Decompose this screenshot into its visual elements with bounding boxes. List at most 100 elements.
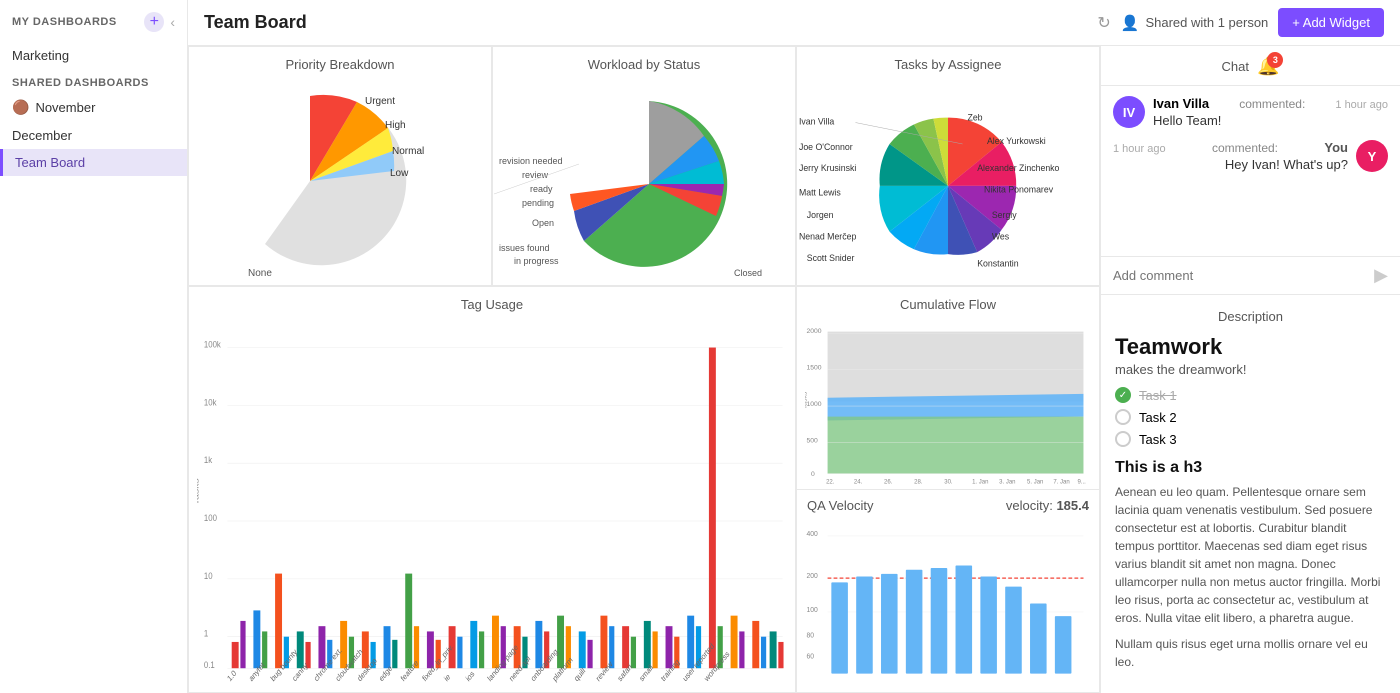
svg-text:200: 200 <box>807 571 818 581</box>
svg-text:edge: edge <box>377 663 394 683</box>
qa-velocity-widget: QA Velocity velocity: 185.4 400 200 100 … <box>796 489 1100 693</box>
sidebar-item-december[interactable]: December <box>0 122 187 149</box>
description-subheading: makes the dreamwork! <box>1115 362 1386 377</box>
chat-input[interactable] <box>1113 268 1366 283</box>
msg-content-ivan: Ivan Villa commented: 1 hour ago Hello T… <box>1153 96 1388 128</box>
svg-text:100k: 100k <box>204 339 222 350</box>
qa-velocity-title: QA Velocity velocity: 185.4 <box>797 490 1099 517</box>
sidebar-item-marketing[interactable]: Marketing <box>0 42 187 69</box>
sidebar-header: MY DASHBOARDS + ‹ <box>0 0 187 42</box>
svg-text:0.1: 0.1 <box>204 660 215 671</box>
tag-usage-title: Tag Usage <box>189 287 795 316</box>
svg-text:1.0: 1.0 <box>226 668 239 683</box>
shared-dashboards-label: SHARED DASHBOARDS <box>0 69 187 93</box>
shared-info: 👤 Shared with 1 person <box>1121 14 1269 32</box>
refresh-icon[interactable]: ↻ <box>1097 13 1110 33</box>
svg-text:1k: 1k <box>204 454 213 465</box>
svg-text:Matt Lewis: Matt Lewis <box>799 187 841 197</box>
add-widget-button[interactable]: + Add Widget <box>1278 8 1384 37</box>
svg-text:Jorgen: Jorgen <box>807 210 834 220</box>
svg-text:5. Jan: 5. Jan <box>1027 479 1043 485</box>
sidebar-item-label: December <box>12 128 72 143</box>
qa-velocity-chart: 400 200 100 80 60 <box>805 519 1091 688</box>
sidebar-item-label: Marketing <box>12 48 69 63</box>
add-dashboard-button[interactable]: + <box>144 12 164 32</box>
chat-header: Chat 🔔 3 <box>1101 46 1400 86</box>
svg-text:Nenad Merčep: Nenad Merčep <box>799 231 857 241</box>
november-emoji: 🟤 <box>12 99 29 116</box>
svg-text:Normal: Normal <box>392 146 424 157</box>
svg-text:1500: 1500 <box>807 365 822 372</box>
svg-text:10: 10 <box>204 570 213 581</box>
qa-velocity-body: 400 200 100 80 60 <box>797 517 1099 692</box>
svg-text:3. Jan: 3. Jan <box>999 479 1015 485</box>
sidebar-item-label: November <box>35 100 95 115</box>
svg-text:22.: 22. <box>826 479 835 485</box>
svg-text:30.: 30. <box>944 479 953 485</box>
tag-usage-widget: Tag Usage 100k 10k 1k 100 10 1 0.1 Tasks <box>188 286 796 693</box>
svg-text:9...: 9... <box>1077 479 1086 485</box>
workload-pie-chart: revision needed review ready pending Ope… <box>494 76 794 285</box>
assignee-pie-chart: Ivan Villa Zeb Joe O'Connor Alex Yurkows… <box>797 76 1099 285</box>
priority-pie-chart: Urgent High Normal Low None <box>210 76 470 285</box>
msg-header-ivan: Ivan Villa commented: 1 hour ago <box>1153 96 1388 111</box>
description-h3: This is a h3 <box>1115 459 1386 477</box>
task-check-2[interactable] <box>1115 409 1131 425</box>
description-heading: Teamwork <box>1115 334 1386 360</box>
task-item-1: ✓ Task 1 <box>1115 387 1386 403</box>
svg-text:Nikita Ponomarev: Nikita Ponomarev <box>984 184 1054 194</box>
svg-text:500: 500 <box>807 437 819 444</box>
topbar-right: ↻ 👤 Shared with 1 person + Add Widget <box>1097 8 1384 37</box>
qa-title-text: QA Velocity <box>807 498 873 513</box>
svg-text:Zeb: Zeb <box>967 112 982 122</box>
svg-text:Open: Open <box>532 218 554 228</box>
sidebar-item-team-board[interactable]: Team Board <box>0 149 187 176</box>
main-area: Team Board ↻ 👤 Shared with 1 person + Ad… <box>188 0 1400 693</box>
svg-text:28.: 28. <box>914 479 923 485</box>
msg-text-ivan: Hello Team! <box>1153 113 1388 128</box>
sidebar-item-november[interactable]: 🟤 November <box>0 93 187 122</box>
svg-text:Closed: Closed <box>734 268 762 278</box>
cumulative-body: 2000 1500 1000 500 0 Tasks <box>797 316 1099 489</box>
collapse-icon[interactable]: ‹ <box>170 14 175 30</box>
svg-text:100: 100 <box>204 512 217 523</box>
cumulative-widget: Cumulative Flow 2000 1500 1000 500 0 Tas… <box>796 286 1100 489</box>
priority-breakdown-title: Priority Breakdown <box>189 47 491 76</box>
msg-header-you: You commented: 1 hour ago <box>1113 140 1348 155</box>
send-icon[interactable]: ▶ <box>1374 265 1388 286</box>
assignee-widget: Tasks by Assignee I <box>796 46 1100 286</box>
task-label-2: Task 2 <box>1139 410 1177 425</box>
svg-text:Tasks: Tasks <box>805 391 808 409</box>
chat-panel: Chat 🔔 3 IV Ivan Villa commented: 1 <box>1100 46 1400 693</box>
velocity-label: velocity: 185.4 <box>1006 498 1089 513</box>
svg-text:None: None <box>248 268 272 279</box>
svg-text:review: review <box>522 170 549 180</box>
msg-action-ivan: commented: <box>1239 97 1305 111</box>
msg-time-ivan: 1 hour ago <box>1335 99 1388 111</box>
svg-text:issues found: issues found <box>499 243 550 253</box>
task-label-3: Task 3 <box>1139 432 1177 447</box>
chat-title: Chat <box>1222 59 1249 74</box>
priority-breakdown-body: Urgent High Normal Low None <box>189 76 491 285</box>
svg-text:0: 0 <box>811 471 815 478</box>
svg-text:60: 60 <box>807 651 815 661</box>
topbar-left: Team Board <box>204 12 307 33</box>
tag-usage-chart: 100k 10k 1k 100 10 1 0.1 Tasks <box>197 316 787 684</box>
svg-text:1: 1 <box>204 628 209 639</box>
sidebar-item-label: Team Board <box>15 155 85 170</box>
svg-text:Urgent: Urgent <box>365 96 395 107</box>
topbar: Team Board ↻ 👤 Shared with 1 person + Ad… <box>188 0 1400 46</box>
task-label-1: Task 1 <box>1139 388 1177 403</box>
svg-text:Alexander Zinchenko: Alexander Zinchenko <box>977 163 1059 173</box>
svg-text:Tasks: Tasks <box>197 478 201 505</box>
cumulative-title: Cumulative Flow <box>797 287 1099 316</box>
task-check-3[interactable] <box>1115 431 1131 447</box>
description-header: Description <box>1115 309 1386 324</box>
svg-text:Jerry Krusinski: Jerry Krusinski <box>799 163 856 173</box>
avatar-ivan: IV <box>1113 96 1145 128</box>
task-check-1[interactable]: ✓ <box>1115 387 1131 403</box>
svg-text:1000: 1000 <box>807 401 822 408</box>
chat-message-ivan: IV Ivan Villa commented: 1 hour ago Hell… <box>1113 96 1388 128</box>
msg-action-you: commented: <box>1212 141 1278 155</box>
task-item-3: Task 3 <box>1115 431 1386 447</box>
